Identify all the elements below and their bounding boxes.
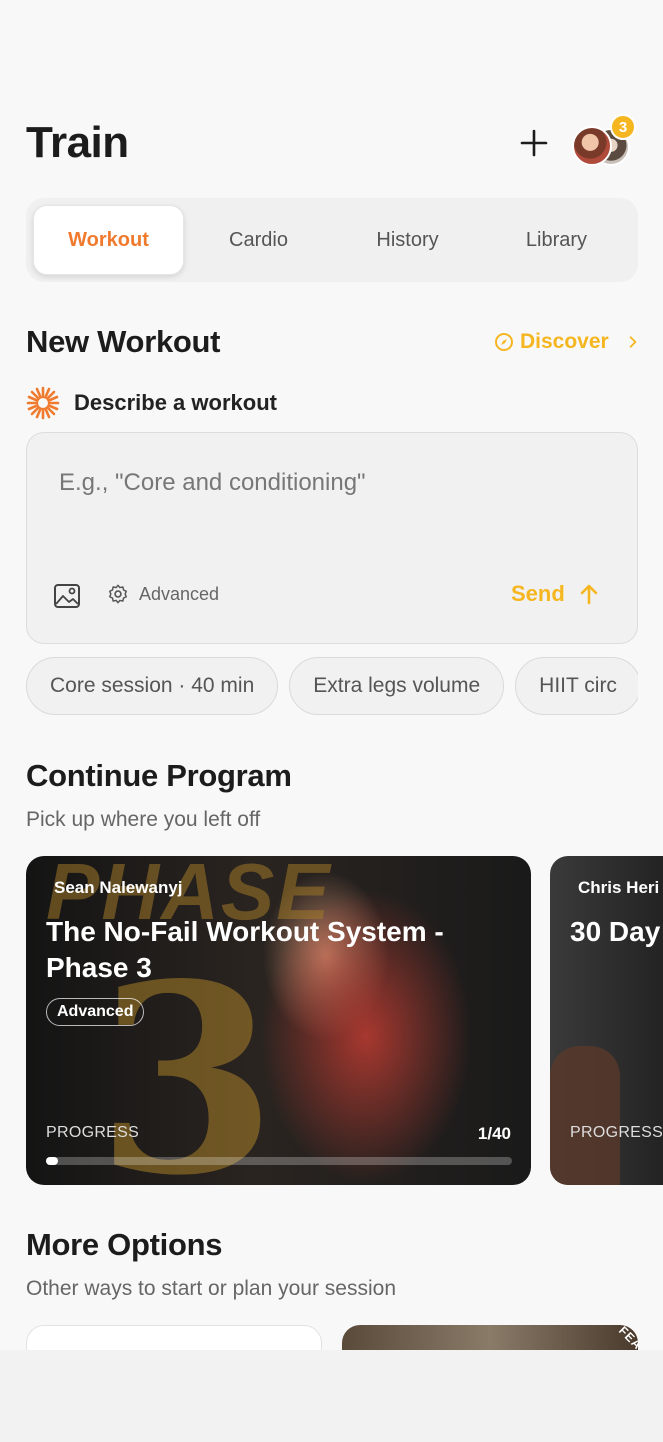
advanced-button[interactable]: Advanced <box>107 583 219 605</box>
card-background-image <box>550 1046 620 1185</box>
describe-heading: Describe a workout <box>26 386 277 420</box>
avatar[interactable]: 3 <box>572 114 636 166</box>
train-screen: Train 3 Workout Cardio History Library N… <box>0 0 663 1350</box>
arrow-up-icon <box>580 584 598 605</box>
bottom-area <box>0 1350 663 1442</box>
card-background-number: 3 <box>96 928 277 1186</box>
option-card[interactable] <box>26 1325 322 1350</box>
program-card[interactable]: PHASE 3 Sean Nalewanyj The No-Fail Worko… <box>26 856 531 1185</box>
more-options-title: More Options <box>26 1227 223 1262</box>
header: Train 3 <box>26 114 638 174</box>
avatar-image <box>572 126 612 166</box>
progress-label: PROGRESS <box>46 1124 140 1141</box>
progress-count: 1/40 <box>477 1124 511 1143</box>
continue-program-subtitle: Pick up where you left off <box>26 808 261 831</box>
send-button[interactable]: Send <box>511 581 601 607</box>
suggestion-chips: Core session · 40 min Extra legs volume HI… <box>26 657 638 717</box>
level-badge: Advanced <box>46 998 145 1026</box>
notification-badge: 3 <box>610 114 636 140</box>
describe-label: Describe a workout <box>74 390 277 415</box>
program-title: The No-Fail Workout System - Phase 3 <box>46 916 444 983</box>
sparkle-icon <box>26 386 60 420</box>
program-author: Sean Nalewanyj <box>54 878 183 897</box>
advanced-label: Advanced <box>139 583 220 604</box>
send-label: Send <box>511 581 565 606</box>
suggestion-chip[interactable]: Extra legs volume <box>289 657 505 715</box>
chevron-right-icon <box>629 336 636 348</box>
image-attach-icon[interactable] <box>53 583 81 609</box>
progress-bar <box>46 1157 512 1165</box>
gear-icon <box>109 584 127 604</box>
featured-tag: FEA <box>616 1325 638 1350</box>
more-options-subtitle: Other ways to start or plan your session <box>26 1277 396 1300</box>
tab-bar: Workout Cardio History Library <box>26 198 638 282</box>
progress-fill <box>46 1157 58 1165</box>
tab-library[interactable]: Library <box>482 205 631 275</box>
new-workout-title: New Workout <box>26 324 221 359</box>
discover-label: Discover <box>520 330 609 353</box>
featured-option-card[interactable]: FEA <box>342 1325 638 1350</box>
tab-cardio[interactable]: Cardio <box>184 205 333 275</box>
plus-icon <box>520 129 548 156</box>
continue-program-title: Continue Program <box>26 758 292 793</box>
progress-label: PROGRESS <box>570 1124 663 1141</box>
suggestion-chip[interactable]: Core session · 40 min <box>26 657 279 715</box>
program-card[interactable]: Chris Heri 30 Day PROGRESS <box>550 856 663 1185</box>
page-title: Train <box>26 118 129 167</box>
workout-prompt-box: Advanced Send <box>26 432 638 644</box>
program-author: Chris Heri <box>578 878 660 897</box>
workout-description-input[interactable] <box>59 469 599 497</box>
tab-history[interactable]: History <box>333 205 482 275</box>
program-title: 30 Day <box>570 916 661 947</box>
add-button[interactable] <box>516 126 552 162</box>
tab-workout[interactable]: Workout <box>33 205 184 275</box>
suggestion-chip[interactable]: HIIT circ <box>515 657 638 715</box>
compass-icon <box>495 333 513 351</box>
discover-link[interactable]: Discover <box>494 330 641 354</box>
